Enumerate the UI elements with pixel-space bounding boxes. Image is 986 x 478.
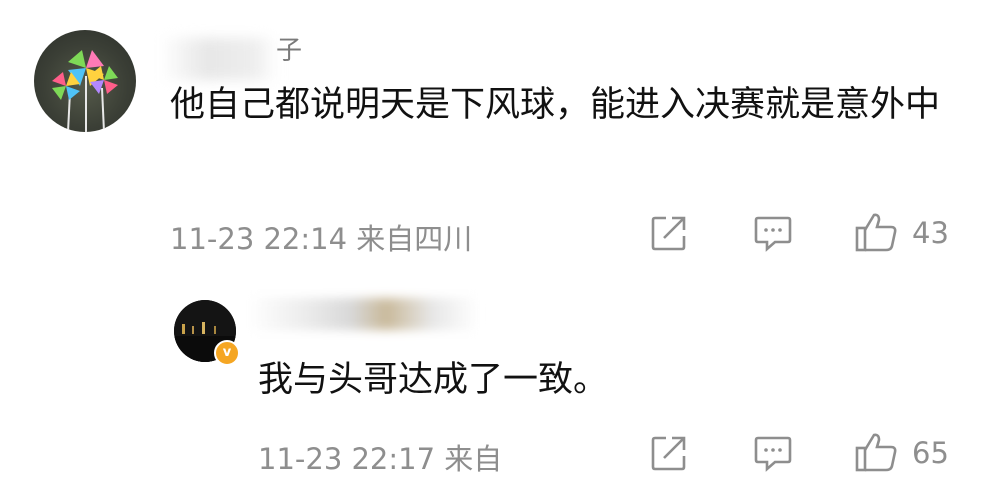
pinwheel-avatar-image <box>52 50 118 132</box>
username-redaction <box>248 298 478 330</box>
comment-meta: 11-23 22:17 来自 <box>258 436 502 478</box>
avatar[interactable] <box>34 30 136 132</box>
share-icon[interactable] <box>650 434 688 476</box>
thumbs-up-icon[interactable] <box>855 210 899 256</box>
location: 来自 <box>444 442 503 476</box>
comment-meta: 11-23 22:14 来自四川 <box>170 216 472 258</box>
verified-badge: v <box>214 340 240 366</box>
comment-text: 他自己都说明天是下风球，能进入决赛就是意外中 <box>170 85 941 125</box>
like-count: 43 <box>912 216 949 250</box>
comment-icon[interactable] <box>753 434 793 476</box>
comment-text: 我与头哥达成了一致。 <box>258 360 609 400</box>
comment-icon[interactable] <box>753 214 793 256</box>
username-redaction <box>160 38 278 80</box>
timestamp: 11-23 22:14 <box>170 222 348 256</box>
location: 来自四川 <box>356 222 473 256</box>
username[interactable]: 子 <box>276 30 302 67</box>
timestamp: 11-23 22:17 <box>258 442 436 476</box>
share-icon[interactable] <box>650 214 688 256</box>
like-count: 65 <box>912 436 949 470</box>
thumbs-up-icon[interactable] <box>855 430 899 476</box>
